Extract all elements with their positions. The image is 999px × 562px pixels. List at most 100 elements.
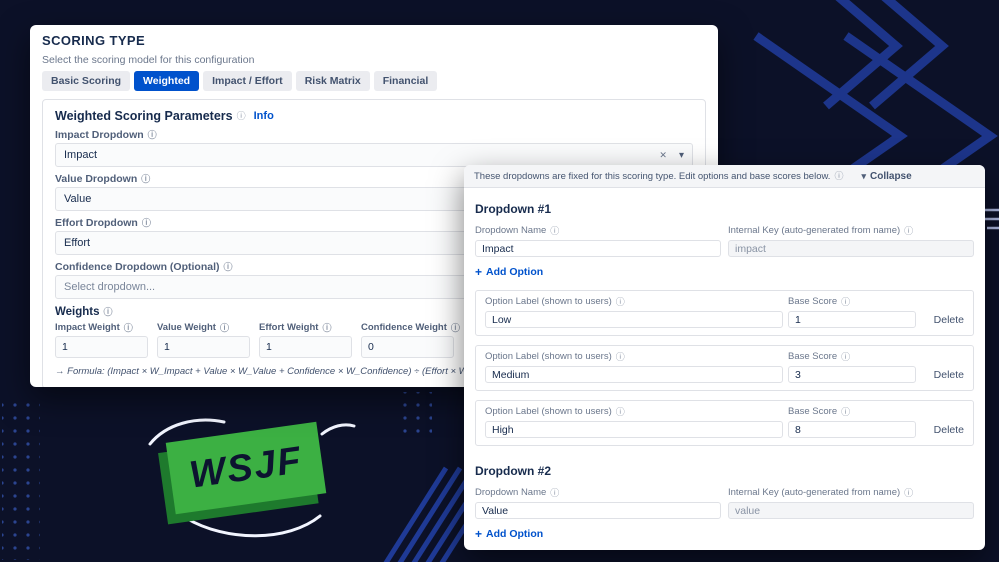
info-icon[interactable]: ⓘ [148, 130, 157, 140]
hatch-decor [383, 466, 471, 562]
delete-option-button[interactable]: Delete [934, 369, 964, 381]
base-score-header: Base Score ⓘ [788, 406, 851, 417]
dropdown-name-label: Dropdown Name ⓘ [475, 225, 560, 236]
field-label: Impact Dropdown ⓘ [55, 129, 157, 141]
option-row-headers: Option Label (shown to users) ⓘ Base Sco… [485, 351, 964, 363]
base-score-input[interactable] [788, 366, 916, 383]
info-icon[interactable]: ⓘ [220, 323, 229, 333]
tab-financial[interactable]: Financial [373, 71, 438, 91]
info-icon[interactable]: ⓘ [834, 171, 843, 181]
tab-impact-effort[interactable]: Impact / Effort [203, 71, 292, 91]
wsjf-logo-text: WSJF [186, 438, 306, 497]
dot-grid-decor [2, 398, 40, 560]
info-icon[interactable]: ⓘ [322, 323, 331, 333]
tab-weighted[interactable]: Weighted [134, 71, 200, 91]
field-label: Confidence Weight ⓘ [361, 322, 460, 333]
internal-key-label: Internal Key (auto-generated from name) … [728, 225, 914, 236]
app-root: WSJF SCORING TYPE Select the scoring mod… [0, 0, 999, 562]
option-label-input[interactable] [485, 311, 783, 328]
option-label-input[interactable] [485, 366, 783, 383]
dropdown-2-name-input[interactable] [475, 502, 721, 519]
impact-dropdown-field: Impact Dropdown ⓘ Impact ✕ ▾ [55, 129, 693, 167]
fixed-dropdowns-banner: These dropdowns are fixed for this scori… [464, 165, 985, 188]
options-panel-body: Dropdown #1 Dropdown Name ⓘ Internal Key… [464, 188, 985, 550]
base-score-header: Base Score ⓘ [788, 351, 851, 362]
option-label-header: Option Label (shown to users) ⓘ [485, 406, 625, 417]
dropdown-1-name-input[interactable] [475, 240, 721, 257]
banner-text: These dropdowns are fixed for this scori… [474, 170, 831, 182]
plus-icon: + [475, 527, 483, 541]
clear-icon[interactable]: ✕ [659, 150, 667, 161]
info-icon[interactable]: ⓘ [550, 226, 559, 236]
dropdown-options-panel: These dropdowns are fixed for this scori… [464, 165, 985, 550]
info-link[interactable]: Info [254, 110, 274, 122]
info-icon[interactable]: ⓘ [616, 352, 625, 362]
impact-weight-field: Impact Weight ⓘ [55, 322, 148, 358]
info-icon[interactable]: ⓘ [841, 297, 850, 307]
dropdown-1-heading: Dropdown #1 [475, 202, 552, 216]
base-score-input[interactable] [788, 311, 916, 328]
info-icon[interactable]: ⓘ [142, 218, 151, 228]
section-heading-row: Weighted Scoring Parameters ⓘ Info [55, 109, 693, 123]
option-row-fields: Delete [485, 366, 964, 383]
option-row-headers: Option Label (shown to users) ⓘ Base Sco… [485, 406, 964, 418]
info-icon[interactable]: ⓘ [616, 407, 625, 417]
info-icon[interactable]: ⓘ [104, 307, 113, 317]
dropdown-2-inputs [475, 502, 974, 519]
banner-text-wrap: These dropdowns are fixed for this scori… [474, 171, 843, 182]
info-icon[interactable]: ⓘ [237, 111, 246, 121]
section-heading: Weighted Scoring Parameters [55, 109, 233, 123]
option-label-header: Option Label (shown to users) ⓘ [485, 351, 625, 362]
value-weight-input[interactable] [157, 336, 250, 358]
info-icon[interactable]: ⓘ [141, 174, 150, 184]
add-option-label: Add Option [486, 266, 544, 278]
chevron-down-icon: ▾ [861, 170, 866, 181]
page-title: SCORING TYPE [42, 33, 146, 48]
tab-basic-scoring[interactable]: Basic Scoring [42, 71, 131, 91]
add-option-label: Add Option [486, 528, 544, 540]
confidence-weight-field: Confidence Weight ⓘ [361, 322, 460, 358]
chevron-down-icon[interactable]: ▾ [679, 150, 684, 161]
field-label: Impact Weight ⓘ [55, 322, 133, 333]
add-option-button[interactable]: + Add Option [475, 266, 543, 278]
effort-weight-input[interactable] [259, 336, 352, 358]
info-icon[interactable]: ⓘ [451, 323, 460, 333]
effort-weight-field: Effort Weight ⓘ [259, 322, 352, 358]
dropdown-name-label: Dropdown Name ⓘ [475, 487, 560, 498]
option-row-1: Option Label (shown to users) ⓘ Base Sco… [475, 290, 974, 336]
info-icon[interactable]: ⓘ [904, 226, 913, 236]
tab-risk-matrix[interactable]: Risk Matrix [295, 71, 370, 91]
impact-dropdown-select[interactable]: Impact ✕ ▾ [55, 143, 693, 167]
add-option-button[interactable]: + Add Option [475, 528, 543, 540]
option-row-fields: Delete [485, 311, 964, 328]
info-icon[interactable]: ⓘ [841, 407, 850, 417]
confidence-weight-input[interactable] [361, 336, 454, 358]
base-score-input[interactable] [788, 421, 916, 438]
edge-lines-decor [984, 208, 999, 230]
dropdown-1-labels: Dropdown Name ⓘ Internal Key (auto-gener… [475, 225, 974, 237]
delete-option-button[interactable]: Delete [934, 314, 964, 326]
internal-key-label: Internal Key (auto-generated from name) … [728, 487, 914, 498]
info-icon[interactable]: ⓘ [841, 352, 850, 362]
collapse-button[interactable]: ▾ Collapse [861, 171, 911, 182]
impact-weight-input[interactable] [55, 336, 148, 358]
dropdown-1-inputs [475, 240, 974, 257]
dropdown-1-key-input [728, 240, 974, 257]
info-icon[interactable]: ⓘ [616, 297, 625, 307]
delete-option-button[interactable]: Delete [934, 424, 964, 436]
scoring-model-tabs: Basic Scoring Weighted Impact / Effort R… [42, 71, 706, 91]
dropdown-2-labels: Dropdown Name ⓘ Internal Key (auto-gener… [475, 487, 974, 499]
option-label-input[interactable] [485, 421, 783, 438]
info-icon[interactable]: ⓘ [124, 323, 133, 333]
option-row-fields: Delete [485, 421, 964, 438]
info-icon[interactable]: ⓘ [223, 262, 232, 272]
selected-value: Impact [64, 149, 98, 161]
info-icon[interactable]: ⓘ [550, 488, 559, 498]
dot-grid-decor [398, 392, 432, 436]
info-icon[interactable]: ⓘ [904, 488, 913, 498]
option-row-2: Option Label (shown to users) ⓘ Base Sco… [475, 345, 974, 391]
field-label: Value Weight ⓘ [157, 322, 229, 333]
field-label: Effort Weight ⓘ [259, 322, 332, 333]
dropdown-2-heading: Dropdown #2 [475, 464, 552, 478]
plus-icon: + [475, 265, 483, 279]
